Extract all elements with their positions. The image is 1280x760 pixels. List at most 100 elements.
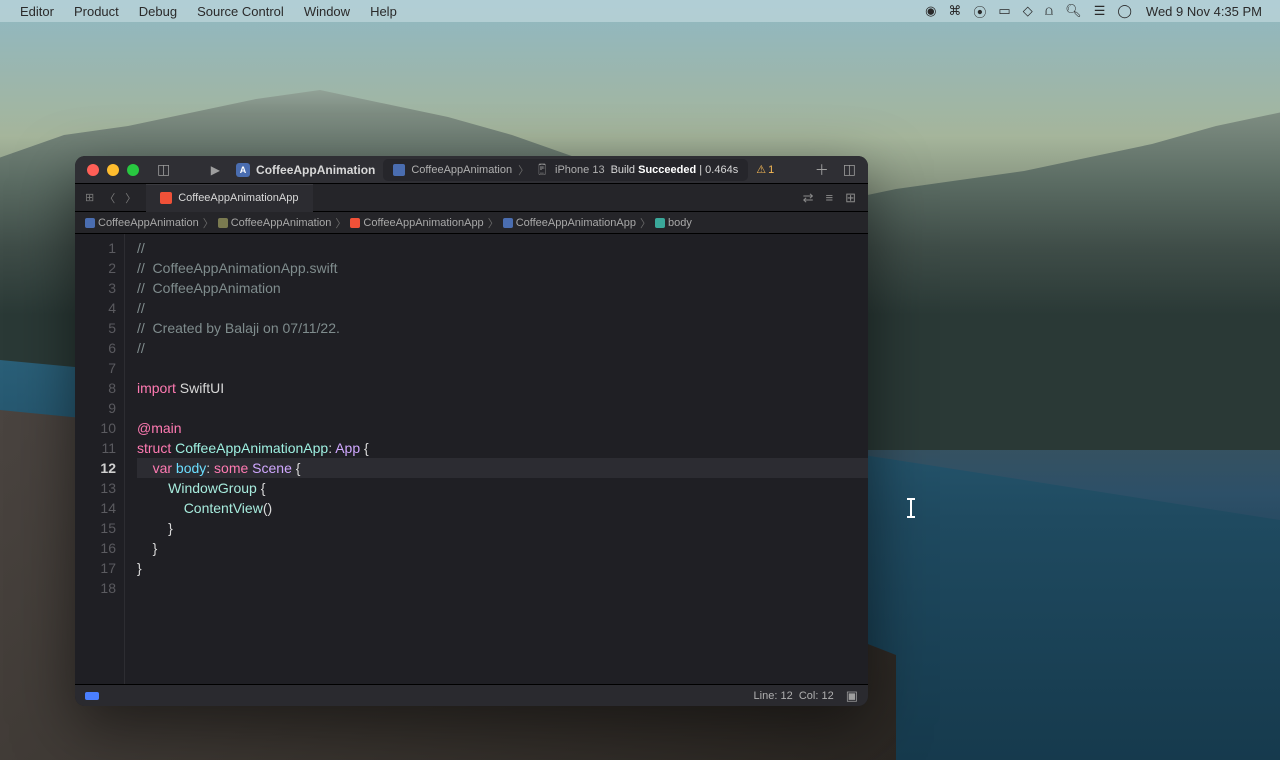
jumpbar-project[interactable]: CoffeeAppAnimation: [85, 217, 199, 229]
macos-menubar: Editor Product Debug Source Control Wind…: [0, 0, 1280, 22]
code-line[interactable]: //: [137, 238, 868, 258]
close-button[interactable]: [87, 164, 99, 176]
line-number: 17: [75, 558, 116, 578]
col-label: Col:: [799, 690, 819, 702]
nav-forward-button[interactable]: 〉: [125, 190, 136, 206]
line-number: 7: [75, 358, 116, 378]
code-line[interactable]: [137, 578, 868, 598]
line-number: 10: [75, 418, 116, 438]
col-value: 12: [821, 690, 833, 702]
line-gutter: 123456789101112131415161718: [75, 234, 125, 684]
chevron-right-icon: 〉: [488, 215, 499, 231]
line-number: 6: [75, 338, 116, 358]
warnings-count: 1: [768, 164, 774, 176]
line-number: 8: [75, 378, 116, 398]
jumpbar-folder[interactable]: CoffeeAppAnimation: [218, 217, 332, 229]
line-number: 13: [75, 478, 116, 498]
code-line[interactable]: // Created by Balaji on 07/11/22.: [137, 318, 868, 338]
minimize-button[interactable]: [107, 164, 119, 176]
menu-debug[interactable]: Debug: [129, 4, 187, 19]
scheme-selector[interactable]: A CoffeeAppAnimation: [236, 163, 375, 177]
code-line[interactable]: }: [137, 518, 868, 538]
menu-product[interactable]: Product: [64, 4, 129, 19]
related-items-icon[interactable]: ⊞: [85, 191, 94, 204]
code-line[interactable]: //: [137, 298, 868, 318]
add-button[interactable]: ＋: [815, 160, 829, 180]
code-line[interactable]: @main: [137, 418, 868, 438]
code-line[interactable]: [137, 358, 868, 378]
line-number: 11: [75, 438, 116, 458]
siri-icon[interactable]: ◯: [1111, 3, 1138, 19]
code-editor[interactable]: 123456789101112131415161718 //// CoffeeA…: [75, 234, 868, 684]
code-line[interactable]: [137, 398, 868, 418]
titlebar: ◫ ▶ A CoffeeAppAnimation CoffeeAppAnimat…: [75, 156, 868, 184]
traffic-lights: [87, 164, 139, 176]
tab-label: CoffeeAppAnimationApp: [178, 192, 298, 204]
spotlight-icon[interactable]: 🔍︎: [1059, 3, 1088, 19]
command-icon[interactable]: ⌘: [942, 3, 967, 19]
code-area[interactable]: //// CoffeeAppAnimationApp.swift// Coffe…: [125, 234, 868, 684]
line-number: 5: [75, 318, 116, 338]
run-button[interactable]: ▶: [211, 163, 220, 177]
menu-source-control[interactable]: Source Control: [187, 4, 294, 19]
tabbar: ⊞ 〈 〉 CoffeeAppAnimationApp ⇄ ≡ ⊞: [75, 184, 868, 212]
code-line[interactable]: // CoffeeAppAnimation: [137, 278, 868, 298]
code-line[interactable]: }: [137, 558, 868, 578]
activity-viewer[interactable]: CoffeeAppAnimation 〉 📱︎ iPhone 13 Build …: [383, 159, 748, 181]
menubar-datetime[interactable]: Wed 9 Nov 4:35 PM: [1138, 4, 1270, 19]
adjust-editor-icon[interactable]: ⇄: [803, 190, 814, 206]
project-icon: [393, 164, 405, 176]
control-center-icon[interactable]: ☰: [1088, 3, 1112, 19]
jumpbar-file[interactable]: CoffeeAppAnimationApp: [350, 217, 483, 229]
wifi2-icon[interactable]: ⩍: [1039, 3, 1059, 19]
code-line[interactable]: var body: some Scene {: [137, 458, 868, 478]
nav-back-button[interactable]: 〈: [104, 190, 115, 206]
chevron-right-icon: 〉: [203, 215, 214, 231]
jumpbar-body[interactable]: body: [655, 217, 692, 229]
wifi-icon[interactable]: ◇: [1017, 3, 1039, 19]
line-value: 12: [780, 690, 792, 702]
screenrec-icon[interactable]: ⦿: [967, 2, 992, 21]
maximize-button[interactable]: [127, 164, 139, 176]
xcode-window: ◫ ▶ A CoffeeAppAnimation CoffeeAppAnimat…: [75, 156, 868, 706]
text-cursor-icon: [910, 500, 912, 516]
code-line[interactable]: //: [137, 338, 868, 358]
code-line[interactable]: struct CoffeeAppAnimationApp: App {: [137, 438, 868, 458]
jumpbar-struct[interactable]: CoffeeAppAnimationApp: [503, 217, 636, 229]
line-number: 2: [75, 258, 116, 278]
line-number: 4: [75, 298, 116, 318]
editor-options-icon[interactable]: ≡: [826, 190, 834, 206]
line-number: 9: [75, 398, 116, 418]
code-line[interactable]: // CoffeeAppAnimationApp.swift: [137, 258, 868, 278]
scheme-name: CoffeeAppAnimation: [256, 163, 375, 177]
code-line[interactable]: }: [137, 538, 868, 558]
build-status: Build Succeeded | 0.464s: [611, 164, 739, 176]
editor-tab[interactable]: CoffeeAppAnimationApp: [146, 184, 312, 212]
menu-editor[interactable]: Editor: [10, 4, 64, 19]
warning-icon: ⚠: [756, 163, 766, 176]
add-editor-icon[interactable]: ⊞: [845, 190, 856, 206]
warnings-badge[interactable]: ⚠ 1: [756, 163, 774, 176]
activity-device: iPhone 13: [555, 164, 605, 176]
statusbar: Line: 12 Col: 12 ▣: [75, 684, 868, 706]
code-line[interactable]: import SwiftUI: [137, 378, 868, 398]
toggle-inspector-icon[interactable]: ◫: [843, 161, 856, 178]
device-icon: 📱︎: [535, 163, 549, 176]
chevron-right-icon: 〉: [640, 215, 651, 231]
menu-window[interactable]: Window: [294, 4, 360, 19]
code-line[interactable]: WindowGroup {: [137, 478, 868, 498]
line-number: 1: [75, 238, 116, 258]
menu-help[interactable]: Help: [360, 4, 407, 19]
debug-area-icon[interactable]: [85, 692, 99, 700]
toggle-navigator-icon[interactable]: ◫: [157, 161, 170, 178]
line-number: 3: [75, 278, 116, 298]
record-icon[interactable]: ◉: [919, 3, 942, 19]
line-number: 16: [75, 538, 116, 558]
battery-icon[interactable]: ▭: [992, 3, 1016, 19]
activity-project: CoffeeAppAnimation: [411, 164, 512, 176]
swift-icon: [160, 192, 172, 204]
canvas-icon[interactable]: ▣: [846, 688, 858, 704]
line-number: 15: [75, 518, 116, 538]
code-line[interactable]: ContentView(): [137, 498, 868, 518]
jumpbar[interactable]: CoffeeAppAnimation 〉 CoffeeAppAnimation …: [75, 212, 868, 234]
